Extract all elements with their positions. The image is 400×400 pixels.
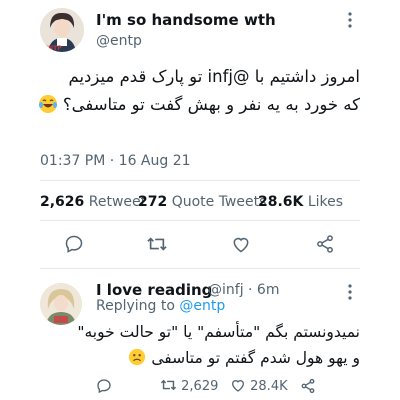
likes-stat[interactable]: 28.6K Likes [258,194,343,210]
tweet-text-line-2: که خورد به یه نفر و بهش گفت تو متاسفی؟ [38,91,360,119]
reply-author-name[interactable]: I love reading [96,281,212,299]
reply-text-line-2: و یهو هول شدم گفتم تو متاسفی [128,344,360,372]
reply-text-line-1: نمیدونستم بگم "متأسفم" یا "تو حالت خوبه" [77,323,360,341]
avatar-caption: ENTP [44,45,62,52]
reply-handle-time[interactable]: @infj · 6m [208,282,279,298]
reply-like-count: 28.4K [250,379,288,394]
author-name[interactable]: I'm so handsome wth [96,11,276,29]
share-icon[interactable] [315,234,335,258]
laughing-emoji [38,91,58,119]
divider [40,180,360,181]
divider [40,220,360,221]
retweet-icon[interactable] [146,234,168,258]
share-icon[interactable] [300,378,316,398]
author-handle[interactable]: @entp [96,33,142,49]
retweet-icon [160,379,177,391]
reply-icon[interactable] [64,234,84,258]
tweet-text-line-1: امروز داشتیم با @infj تو پارک قدم میزدیم [68,67,360,86]
divider [40,268,360,269]
author-avatar-image: ENTP [40,8,84,52]
quote-tweets-stat[interactable]: 272 Quote Tweets [138,194,266,210]
reply-retweet-action[interactable]: 2,629 [160,377,218,394]
reply-avatar-image [40,283,82,325]
more-icon[interactable] [345,284,355,300]
like-icon [231,380,245,392]
reply-retweet-count: 2,629 [181,379,219,394]
replying-to-link[interactable]: @entp [179,298,225,314]
tweet-timestamp[interactable]: 01:37 PM · 16 Aug 21 [40,153,191,169]
reply-avatar[interactable] [40,283,82,325]
replying-to: Replying to @entp [96,298,226,314]
author-avatar[interactable]: ENTP [40,8,84,52]
worried-emoji [128,344,146,372]
like-icon[interactable] [231,234,251,258]
more-icon[interactable] [345,12,355,28]
reply-icon[interactable] [96,378,112,398]
reply-like-action[interactable]: 28.4K [230,377,288,394]
retweets-stat[interactable]: 2,626 Retweet [40,194,146,210]
